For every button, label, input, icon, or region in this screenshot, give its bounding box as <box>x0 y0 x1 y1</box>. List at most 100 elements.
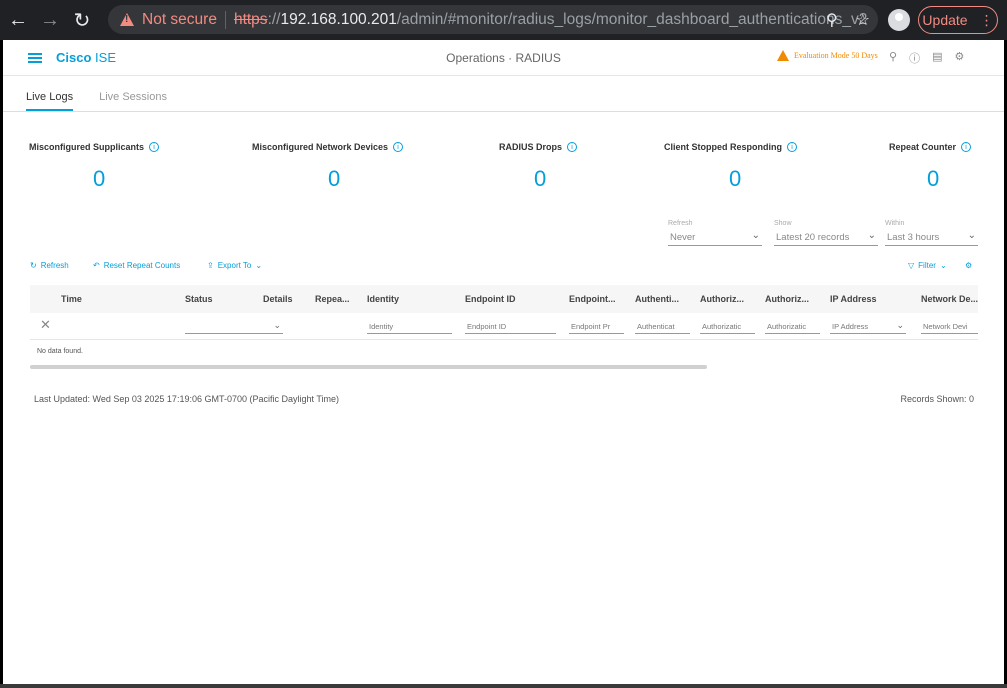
refresh-button-label: Refresh <box>40 261 69 270</box>
info-icon[interactable]: i <box>149 142 160 152</box>
evaluation-badge[interactable]: Evaluation Mode 50 Days <box>777 50 878 61</box>
counter-misconfigured-network-devices[interactable]: Misconfigured Network Devices i 0 <box>252 142 404 191</box>
counter-radius-drops[interactable]: RADIUS Drops i 0 <box>499 142 578 191</box>
browser-toolbar: ← → ↻ ! Not secure https://192.168.100.2… <box>0 0 1007 40</box>
ip-address-filter-select[interactable]: IP Address ⌄ <box>830 319 906 334</box>
show-select-value: Latest 20 records <box>776 232 850 243</box>
column-header-endpoint-profile[interactable]: Endpoint... <box>569 294 616 304</box>
counter-value: 0 <box>328 166 341 191</box>
identity-filter-input[interactable]: Identity <box>367 319 452 334</box>
refresh-icon: ↻ <box>30 261 37 270</box>
filter-button[interactable]: ▽ Filter ⌄ <box>908 261 947 270</box>
export-button-label: Export To <box>217 261 252 270</box>
bookmark-star-icon[interactable]: ☆ <box>856 10 870 30</box>
show-select[interactable]: Show Latest 20 records ⌄ <box>774 220 878 246</box>
chevron-down-icon: ⌄ <box>255 261 263 270</box>
column-header-details[interactable]: Details <box>263 294 293 304</box>
export-to-button[interactable]: ⇪ Export To ⌄ <box>207 261 262 270</box>
url-host: 192.168.100.201 <box>280 10 397 28</box>
settings-gear-icon[interactable]: ⚙ <box>954 50 964 66</box>
authorization-profile-filter-input[interactable]: Authorizatic <box>765 319 820 334</box>
hamburger-menu-icon[interactable] <box>28 52 42 63</box>
counter-repeat-counter[interactable]: Repeat Counter i 0 <box>889 142 972 191</box>
table-footer: Last Updated: Wed Sep 03 2025 17:19:06 G… <box>34 394 974 404</box>
refresh-button[interactable]: ↻ Refresh <box>30 261 69 270</box>
refresh-select[interactable]: Refresh Never ⌄ <box>668 220 762 246</box>
ip-address-filter-placeholder: IP Address <box>832 322 869 331</box>
export-icon: ⇪ <box>207 261 214 270</box>
profile-avatar[interactable] <box>888 9 910 31</box>
undo-icon: ↶ <box>93 261 100 270</box>
counter-client-stopped-responding[interactable]: Client Stopped Responding i 0 <box>664 142 797 191</box>
column-header-status[interactable]: Status <box>185 294 213 304</box>
info-icon[interactable]: i <box>567 142 578 152</box>
counter-label: Repeat Counter <box>889 142 957 152</box>
column-header-identity[interactable]: Identity <box>367 294 399 304</box>
address-bar[interactable]: ! Not secure https://192.168.100.201/adm… <box>108 5 878 34</box>
column-header-authentication[interactable]: Authenti... <box>635 294 679 304</box>
reset-repeat-counts-button[interactable]: ↶ Reset Repeat Counts <box>93 261 180 270</box>
table-header-row: Time Status Details Repea... Identity En… <box>30 285 978 313</box>
column-header-ip-address[interactable]: IP Address <box>830 294 877 304</box>
kebab-menu-icon[interactable]: ⋮ <box>980 12 994 29</box>
forward-arrow-icon[interactable]: → <box>36 6 64 34</box>
counter-summary: Misconfigured Supplicants i 0 Misconfigur… <box>3 142 1004 202</box>
url-scheme: https <box>233 10 268 28</box>
counter-label: Client Stopped Responding <box>664 142 782 152</box>
chevron-down-icon: ⌄ <box>896 320 904 330</box>
clear-filters-icon[interactable]: ✕ <box>40 317 51 333</box>
filter-button-label: Filter <box>918 261 936 270</box>
brand-product: ISE <box>95 50 116 65</box>
counter-label: Misconfigured Supplicants <box>29 142 145 152</box>
column-header-endpoint-id[interactable]: Endpoint ID <box>465 294 516 304</box>
update-button[interactable]: Update ⋮ <box>918 6 998 34</box>
brand-logo[interactable]: Cisco ISE <box>56 50 116 65</box>
chevron-down-icon: ⌄ <box>751 230 760 241</box>
chevron-down-icon: ⌄ <box>939 261 947 270</box>
endpoint-profile-filter-input[interactable]: Endpoint Pr <box>569 319 624 334</box>
column-header-network-device[interactable]: Network De... <box>921 294 978 304</box>
table-settings-gear-icon[interactable]: ⚙ <box>965 261 972 270</box>
counter-value: 0 <box>534 166 547 191</box>
back-arrow-icon[interactable]: ← <box>4 6 32 34</box>
evaluation-text: Evaluation Mode 50 Days <box>794 51 878 60</box>
url-separator: :// <box>267 10 281 28</box>
not-secure-label[interactable]: Not secure <box>142 11 217 29</box>
counter-value: 0 <box>93 166 106 191</box>
within-select[interactable]: Within Last 3 hours ⌄ <box>885 220 978 246</box>
search-icon[interactable]: ⚲ <box>889 50 897 66</box>
zoom-icon[interactable]: ⚲ <box>826 10 838 30</box>
tab-bar: Live Logs Live Sessions <box>3 76 1004 112</box>
brand-name: Cisco <box>56 50 92 65</box>
horizontal-scrollbar[interactable] <box>30 365 707 369</box>
counter-label: Misconfigured Network Devices <box>252 142 389 152</box>
within-select-label: Within <box>885 220 905 227</box>
warning-triangle-icon <box>777 50 789 61</box>
info-icon[interactable]: i <box>961 142 972 152</box>
help-icon[interactable]: ⓘ <box>909 50 920 66</box>
dashboard-icon[interactable]: ▤ <box>932 50 942 66</box>
reset-button-label: Reset Repeat Counts <box>103 261 181 270</box>
column-header-authorization-profile[interactable]: Authoriz... <box>765 294 809 304</box>
column-header-repeat[interactable]: Repea... <box>315 294 350 304</box>
refresh-select-value: Never <box>670 232 696 243</box>
status-filter-select[interactable]: ⌄ <box>185 319 283 334</box>
counter-misconfigured-supplicants[interactable]: Misconfigured Supplicants i 0 <box>29 142 160 191</box>
chevron-down-icon: ⌄ <box>967 230 976 241</box>
column-header-authorization-policy[interactable]: Authoriz... <box>700 294 744 304</box>
update-button-label: Update <box>922 12 968 28</box>
url-path: /admin/#monitor/radius_logs/monitor_dash… <box>396 10 868 28</box>
network-device-filter-input[interactable]: Network Devi <box>921 319 978 334</box>
info-icon[interactable]: i <box>787 142 797 152</box>
tab-live-logs[interactable]: Live Logs <box>26 91 74 111</box>
tab-live-sessions[interactable]: Live Sessions <box>99 91 167 111</box>
authorization-policy-filter-input[interactable]: Authorizatic <box>700 319 755 334</box>
info-icon[interactable]: i <box>393 142 404 152</box>
reload-icon[interactable]: ↻ <box>68 6 96 34</box>
endpoint-id-filter-input[interactable]: Endpoint ID <box>465 319 556 334</box>
window-bottom-edge <box>0 684 1007 688</box>
table-filter-row: ✕ ⌄ Identity Endpoint ID Endpoint Pr Aut… <box>30 313 978 340</box>
column-header-time[interactable]: Time <box>61 294 82 304</box>
authentication-filter-input[interactable]: Authenticat <box>635 319 690 334</box>
show-select-label: Show <box>774 220 792 227</box>
